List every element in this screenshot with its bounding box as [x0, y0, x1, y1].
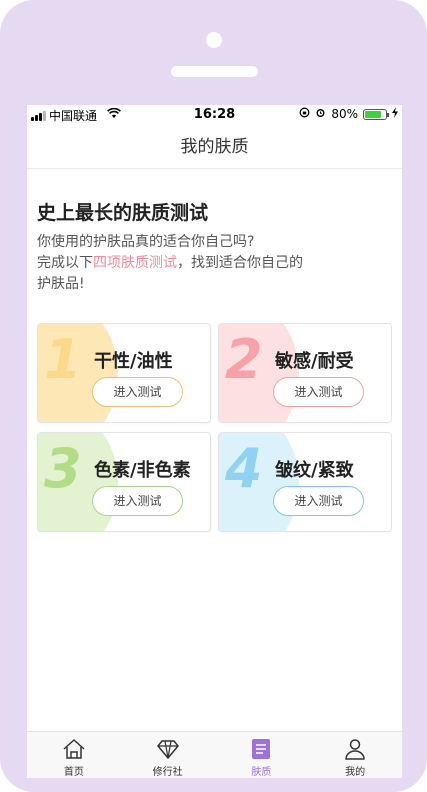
start-test-button[interactable]: 进入测试 — [273, 486, 364, 516]
battery-icon — [363, 108, 389, 120]
alarm-icon — [315, 107, 326, 121]
phone-frame: 中国联通 16:28 80% 我的肤质 史上最长的肤质测试 你使用的护肤品真的适… — [0, 0, 427, 792]
intro-text-line-3: 护肤品! — [37, 276, 85, 292]
front-camera — [206, 32, 222, 48]
rotation-lock-icon — [299, 107, 310, 121]
test-card-wrinkle-firm[interactable]: 4 皱纹/紧致 进入测试 — [218, 432, 392, 532]
card-label: 干性/油性 — [94, 351, 173, 372]
earpiece-speaker — [171, 66, 258, 77]
start-test-button[interactable]: 进入测试 — [273, 377, 364, 407]
card-label: 敏感/耐受 — [275, 351, 354, 372]
tab-label: 我的 — [345, 767, 366, 778]
home-icon — [63, 739, 85, 759]
intro-text-line-2: 完成以下四项肤质测试，找到适合你自己的 — [37, 253, 392, 274]
card-number: 3 — [44, 437, 82, 500]
tab-profile[interactable]: 我的 — [308, 732, 402, 778]
person-icon — [345, 739, 365, 760]
diamond-icon — [156, 740, 179, 759]
document-icon — [252, 739, 271, 759]
app-screen: 中国联通 16:28 80% 我的肤质 史上最长的肤质测试 你使用的护肤品真的适… — [27, 105, 402, 778]
card-label: 皱纹/紧致 — [275, 460, 354, 481]
battery-percent: 80% — [331, 107, 358, 121]
card-number: 1 — [44, 328, 82, 391]
tab-bar: 首页 修行社 肤质 我的 — [27, 731, 402, 778]
four-tests-highlight: 四项肤质测试 — [93, 255, 177, 271]
tab-community[interactable]: 修行社 — [121, 732, 215, 778]
tab-label: 修行社 — [152, 767, 183, 778]
intro-text-suffix: ，找到适合你自己的 — [177, 255, 303, 271]
intro-section: 史上最长的肤质测试 你使用的护肤品真的适合你自己吗? 完成以下四项肤质测试，找到… — [37, 200, 392, 295]
tab-label: 首页 — [63, 767, 84, 778]
tab-skin-type[interactable]: 肤质 — [215, 732, 309, 778]
tab-home[interactable]: 首页 — [27, 732, 121, 778]
card-number: 2 — [225, 328, 263, 391]
card-number: 4 — [225, 437, 263, 500]
intro-heading: 史上最长的肤质测试 — [37, 202, 209, 224]
test-card-sensitive-resistant[interactable]: 2 敏感/耐受 进入测试 — [218, 323, 392, 423]
intro-text-line-1: 你使用的护肤品真的适合你自己吗? — [37, 234, 255, 250]
test-card-pigmented[interactable]: 3 色素/非色素 进入测试 — [37, 432, 211, 532]
charging-icon — [392, 107, 398, 121]
start-test-button[interactable]: 进入测试 — [92, 377, 183, 407]
card-label: 色素/非色素 — [94, 460, 191, 481]
tab-label: 肤质 — [251, 767, 272, 778]
intro-text-prefix: 完成以下 — [37, 255, 93, 271]
page-title: 我的肤质 — [27, 125, 402, 169]
start-test-button[interactable]: 进入测试 — [92, 486, 183, 516]
status-bar: 中国联通 16:28 80% — [27, 105, 402, 125]
test-card-dry-oily[interactable]: 1 干性/油性 进入测试 — [37, 323, 211, 423]
